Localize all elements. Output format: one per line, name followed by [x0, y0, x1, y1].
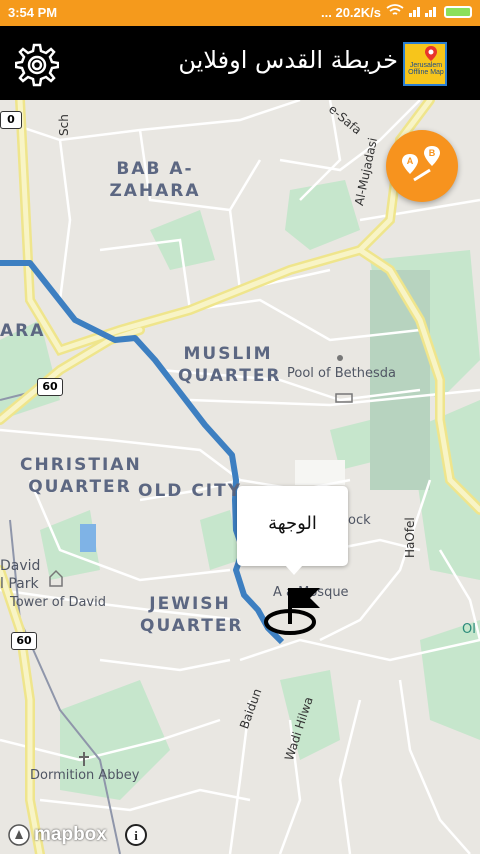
poi-label: l Park: [0, 576, 39, 592]
street-label: HaOfel: [403, 517, 417, 558]
app-bar: خريطة القدس اوفلاين Jerusalem Offline Ma…: [0, 26, 480, 100]
status-bar: 3:54 PM ... 20.2K/s: [0, 0, 480, 26]
district-label-line: QUARTER: [178, 366, 282, 386]
battery-icon: [444, 6, 472, 18]
district-label-line: BAB A-: [116, 159, 194, 179]
district-label-line: ZAHARA: [109, 181, 201, 201]
settings-button[interactable]: [14, 43, 60, 87]
district-label-line: JEWISH: [149, 594, 231, 614]
poi-label: Pool of Bethesda: [287, 366, 396, 381]
district-label: JEWISH QUARTER: [140, 593, 244, 637]
poi-label: Ol: [462, 622, 476, 637]
app-title: خريطة القدس اوفلاين: [178, 46, 398, 74]
mapbox-logo: mapbox: [7, 823, 107, 847]
destination-label: الوجهة: [268, 513, 317, 534]
district-label-line: MUSLIM: [183, 344, 273, 364]
status-indicators: ... 20.2K/s: [321, 4, 472, 20]
poi-label: Tower of David: [10, 595, 106, 610]
district-label-line: CHRISTIAN: [20, 455, 142, 475]
destination-flag-icon[interactable]: [262, 586, 322, 638]
mapbox-text: mapbox: [34, 824, 107, 845]
mapbox-logo-icon: [8, 824, 30, 846]
wifi-icon: [386, 4, 404, 20]
poi-label: Dormition Abbey: [30, 768, 140, 783]
app-logo: Jerusalem Offline Map: [403, 42, 447, 86]
settings-icon: [14, 43, 60, 87]
poi-label: ock: [348, 513, 371, 528]
district-label: BAB A- ZAHARA: [100, 158, 210, 202]
district-label: CHRISTIAN QUARTER: [20, 454, 140, 498]
route-ab-button[interactable]: A B: [386, 130, 458, 202]
signal-icon: [409, 5, 439, 20]
road-shield-60: 60: [37, 378, 63, 396]
status-time: 3:54 PM: [8, 5, 58, 20]
street-label: Sch: [57, 114, 71, 136]
network-speed: ... 20.2K/s: [321, 4, 381, 20]
district-label: OLD CITY: [138, 481, 243, 501]
road-shield-partial: 0: [0, 111, 22, 129]
info-icon[interactable]: i: [125, 824, 147, 846]
district-label-line: QUARTER: [140, 616, 244, 636]
road-shield-60: 60: [11, 632, 37, 650]
district-label-line: QUARTER: [28, 477, 132, 497]
route-ab-icon: A B: [402, 146, 440, 182]
destination-callout[interactable]: الوجهة: [237, 486, 348, 575]
poi-label: David: [0, 558, 41, 574]
svg-text:B: B: [429, 148, 436, 158]
district-label: MUSLIM QUARTER: [178, 343, 282, 387]
svg-text:A: A: [407, 156, 414, 166]
map-canvas[interactable]: 60 60 0 BAB A- ZAHARA MUSLIM QUARTER CHR…: [0, 100, 480, 854]
logo-text: Jerusalem Offline Map: [408, 62, 444, 76]
district-label: ARA: [0, 321, 46, 341]
